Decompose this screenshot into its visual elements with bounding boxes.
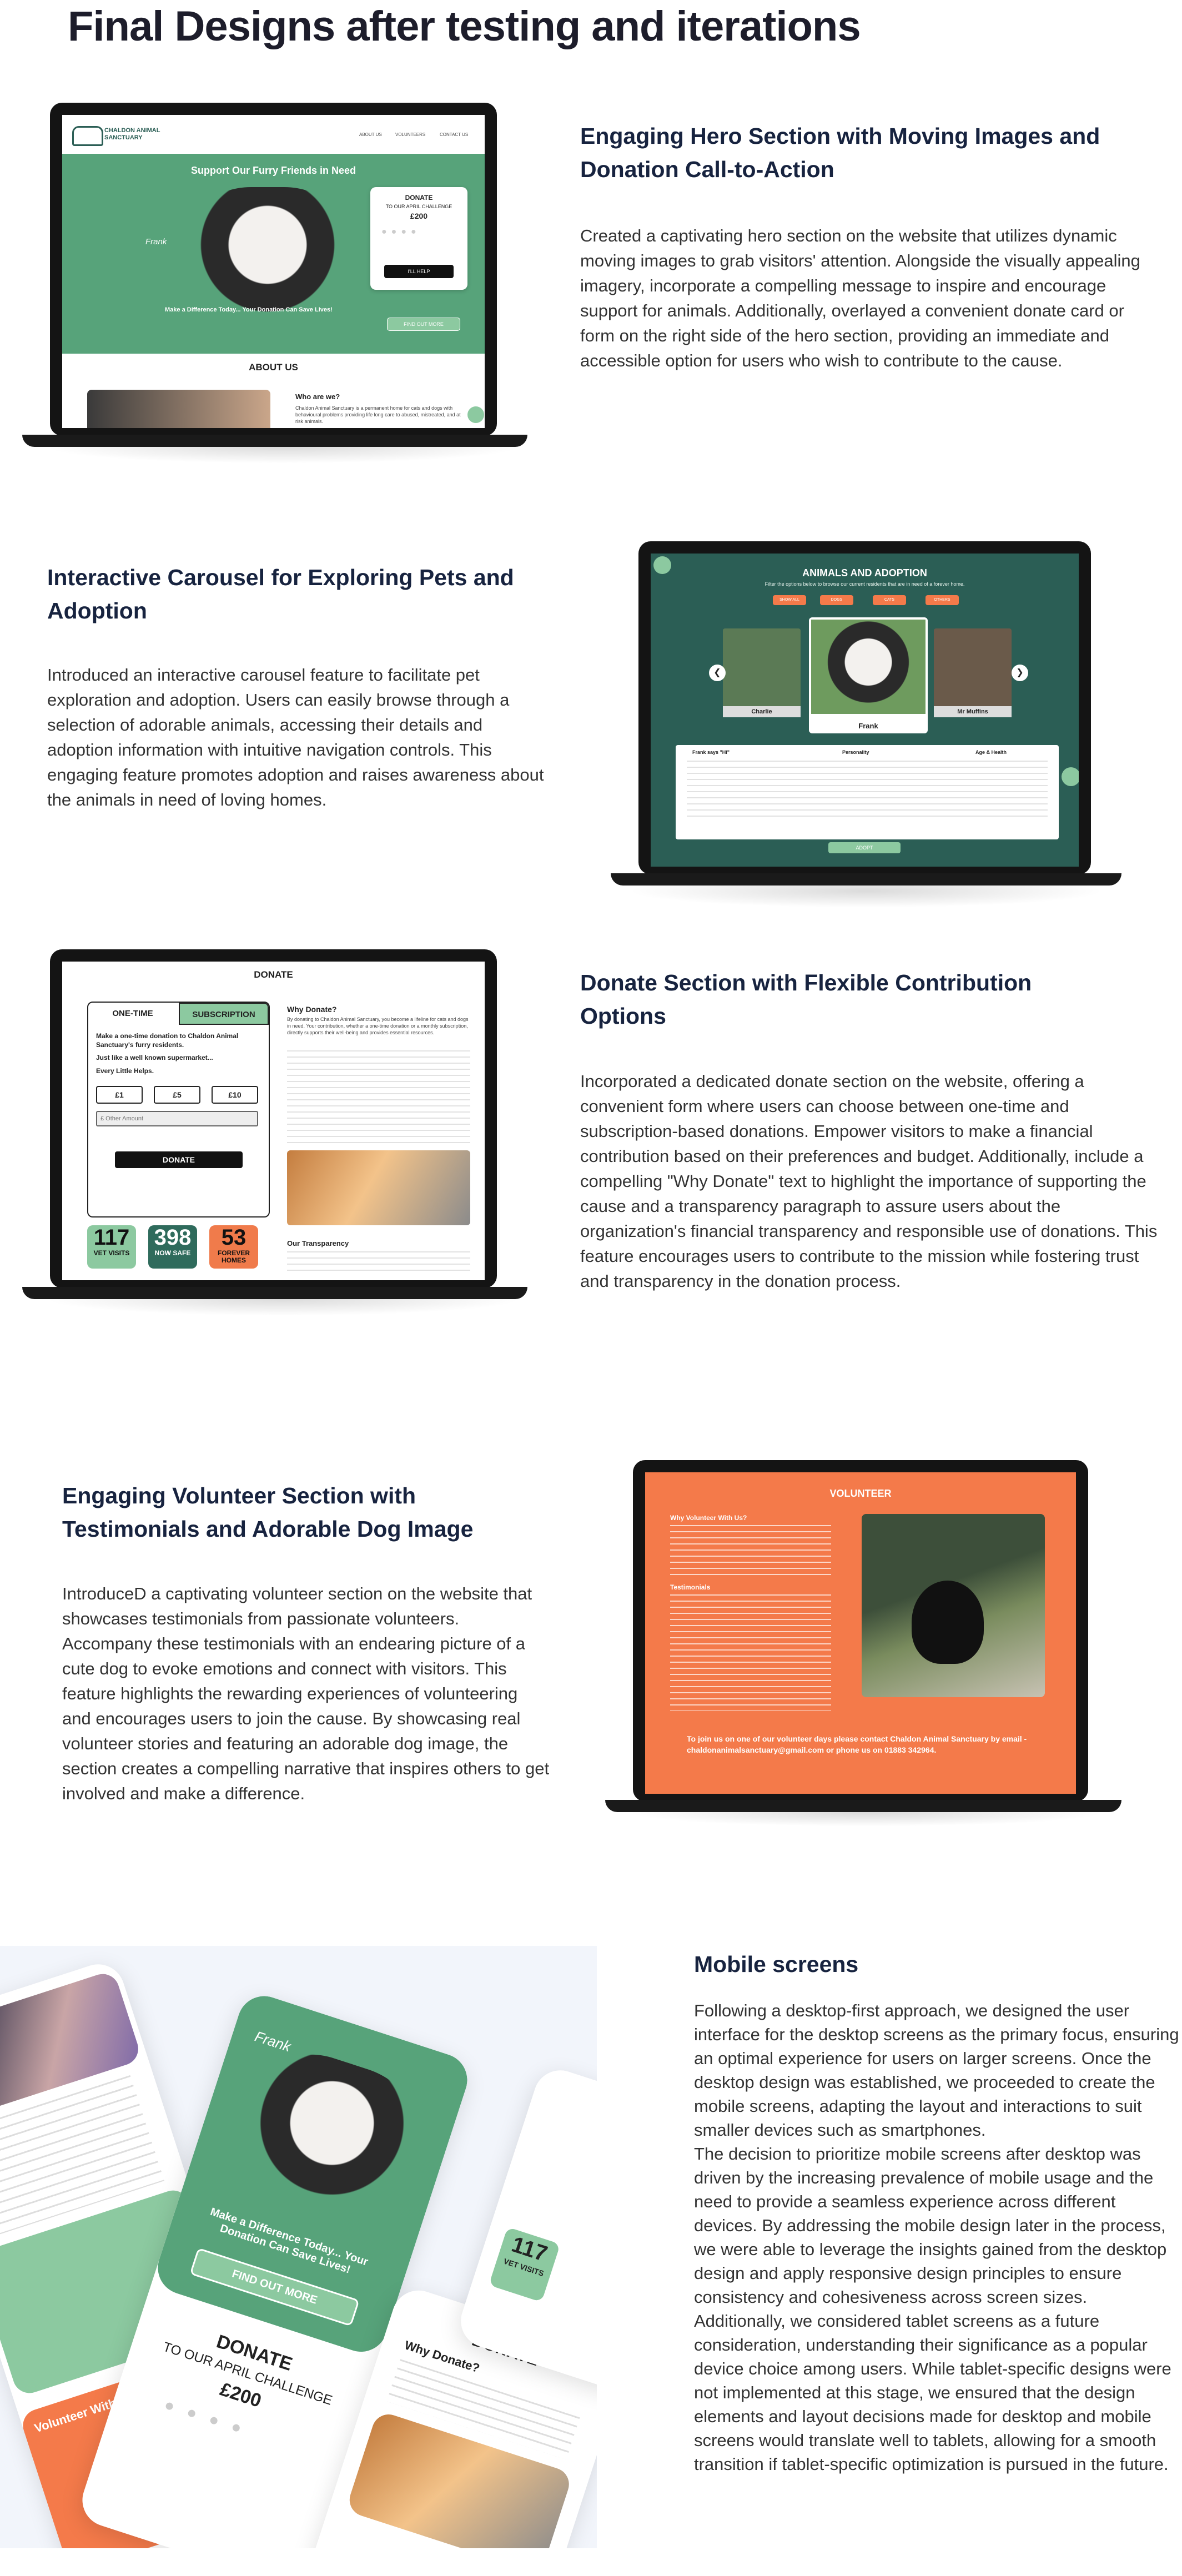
donate-form: ONE-TIME SUBSCRIPTION Make a one-time do…	[87, 1002, 270, 1217]
volunteer-heading: Engaging Volunteer Section with Testimon…	[62, 1483, 474, 1542]
volunteer-laptop-mockup: VOLUNTEER Why Volunteer With Us? Testimo…	[605, 1460, 1121, 1827]
donate-button[interactable]: DONATE	[115, 1151, 243, 1168]
carousel-heading: Interactive Carousel for Exploring Pets …	[47, 565, 514, 623]
nav-volunteers[interactable]: VOLUNTEERS	[395, 130, 425, 139]
cat-image	[218, 2036, 436, 2240]
donate-card: DONATE TO OUR APRIL CHALLENGE £200 ●●●● …	[370, 187, 467, 290]
donate-card-subtitle: TO OUR APRIL CHALLENGE	[385, 204, 452, 209]
pet-card-label: Frank	[858, 722, 878, 730]
pet-name-label: Frank	[145, 237, 167, 246]
hero-laptop-mockup: CHALDON ANIMAL SANCTUARY ABOUT US VOLUNT…	[22, 103, 533, 464]
other-amount-input[interactable]	[96, 1111, 258, 1126]
why-donate-text: By donating to Chaldon Animal Sanctuary,…	[287, 1017, 469, 1035]
filter-cats[interactable]: CATS	[873, 595, 906, 605]
carousel-laptop-mockup: ANIMALS AND ADOPTION Filter the options …	[611, 541, 1121, 908]
cat-image	[811, 620, 926, 714]
mobile-heading: Mobile screens	[694, 1951, 859, 1977]
dog-image	[862, 1514, 1045, 1697]
donate-title: DONATE	[254, 969, 293, 980]
donate-laptop-mockup: DONATE ONE-TIME SUBSCRIPTION Make a one-…	[22, 949, 533, 1316]
carousel-subtitle: Filter the options below to browse our c…	[764, 581, 965, 587]
nav-contact[interactable]: CONTACT US	[440, 130, 468, 139]
donate-card-title: DONATE	[405, 194, 433, 202]
volunteer-title: VOLUNTEER	[829, 1488, 892, 1499]
pet-card[interactable]: Charlie	[723, 628, 801, 717]
phone-stat-card: 117 VET VISITS	[489, 2227, 561, 2302]
paw-icons: ●●●●	[381, 227, 421, 237]
tab-subscription[interactable]: SUBSCRIPTION	[179, 1003, 269, 1025]
logo-icon	[72, 126, 103, 146]
laptop-base	[22, 1287, 527, 1299]
hero-body: Created a captivating hero section on th…	[580, 226, 1140, 370]
volunteer-cta: To join us on one of our volunteer days …	[687, 1734, 1027, 1754]
info-header: Frank says "Hi"	[692, 749, 730, 755]
donate-heading: Donate Section with Flexible Contributio…	[580, 970, 1032, 1029]
stat-forever-homes: 53 FOREVER HOMES	[209, 1225, 258, 1269]
carousel-title: ANIMALS AND ADOPTION	[802, 567, 927, 578]
paw-icon	[467, 406, 484, 423]
hero-title: Support Our Furry Friends in Need	[190, 165, 356, 176]
why-donate-title: Why Donate?	[287, 1005, 337, 1014]
transparency-title: Our Transparency	[287, 1239, 349, 1247]
paw-icon	[1062, 767, 1079, 786]
amount-10[interactable]: £10	[212, 1086, 258, 1104]
stat-now-safe: 398 NOW SAFE	[148, 1225, 197, 1269]
adopt-button[interactable]: ADOPT	[828, 842, 901, 853]
laptop-base	[605, 1800, 1121, 1812]
about-subtitle: Who are we?	[295, 393, 340, 401]
find-out-more-button[interactable]: FIND OUT MORE	[387, 318, 460, 331]
pet-info-panel: Frank says "Hi" Personality Age & Health	[676, 745, 1059, 839]
mobile-body: Following a desktop-first approach, we d…	[694, 2001, 1179, 2474]
pet-card-label: Charlie	[723, 706, 801, 717]
donate-lead-3: Every Little Helps.	[96, 1067, 154, 1075]
carousel-next-button[interactable]: ❯	[1012, 665, 1028, 681]
about-image	[87, 390, 270, 428]
filter-others[interactable]: OTHERS	[926, 595, 959, 605]
logo-text: CHALDON ANIMAL SANCTUARY	[104, 127, 160, 141]
laptop-base	[22, 435, 527, 447]
page-title: Final Designs after testing and iteratio…	[68, 3, 861, 50]
phone-pet-name: Frank	[253, 2027, 293, 2055]
help-button[interactable]: I'LL HELP	[384, 265, 454, 278]
cat-image	[287, 1150, 470, 1225]
nav-about[interactable]: ABOUT US	[359, 130, 382, 139]
donate-card-amount: £200	[410, 212, 428, 220]
about-text: Chaldon Animal Sanctuary is a permanent …	[295, 405, 461, 424]
carousel-body: Introduced an interactive carousel featu…	[47, 665, 544, 809]
volunteer-body: IntroduceD a captivating volunteer secti…	[62, 1584, 550, 1803]
laptop-base	[611, 873, 1121, 886]
filter-show-all[interactable]: SHOW ALL	[773, 595, 806, 605]
why-volunteer-title: Why Volunteer With Us?	[670, 1514, 747, 1522]
hero-tagline: Make a Difference Today... Your Donation…	[165, 306, 333, 313]
pet-card-featured[interactable]: Frank	[809, 617, 928, 733]
info-header: Personality	[842, 749, 869, 755]
donate-lead-2: Just like a well known supermarket...	[96, 1054, 213, 1061]
about-title: ABOUT US	[249, 362, 298, 373]
carousel-prev-button[interactable]: ❮	[709, 665, 726, 681]
testimonials-title: Testimonials	[670, 1583, 711, 1591]
hero-heading: Engaging Hero Section with Moving Images…	[580, 123, 1100, 182]
filter-dogs[interactable]: DOGS	[820, 595, 853, 605]
pet-card-label: Mr Muffins	[934, 706, 1012, 717]
donate-lead: Make a one-time donation to Chaldon Anim…	[96, 1032, 239, 1049]
tab-one-time[interactable]: ONE-TIME	[88, 1003, 177, 1025]
info-header: Age & Health	[975, 749, 1007, 755]
pet-card[interactable]: Mr Muffins	[934, 628, 1012, 717]
amount-5[interactable]: £5	[154, 1086, 200, 1104]
mobile-collage: Volunteer With Us? Frank Make a Differen…	[0, 1946, 597, 2548]
amount-1[interactable]: £1	[96, 1086, 143, 1104]
donate-body: Incorporated a dedicated donate section …	[580, 1071, 1158, 1291]
stat-vet-visits: 117 VET VISITS	[87, 1225, 136, 1269]
